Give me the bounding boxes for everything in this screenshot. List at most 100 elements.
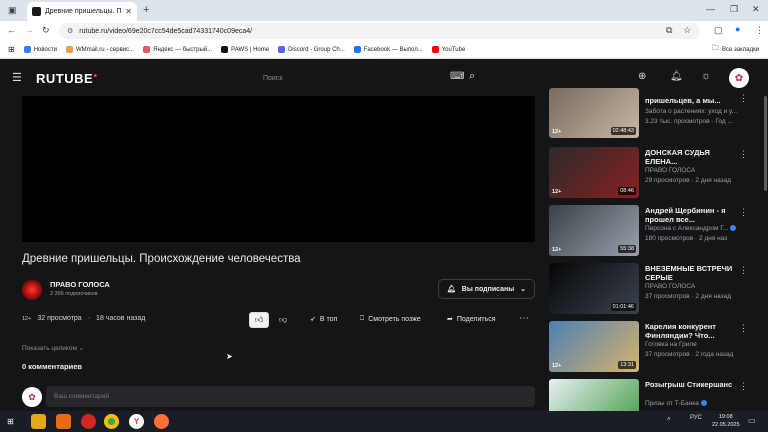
search-icon[interactable]: ⌕ bbox=[469, 70, 475, 83]
restore-icon[interactable]: ❐ bbox=[730, 4, 738, 15]
share-button[interactable]: ➦ Поделиться bbox=[447, 315, 496, 324]
recommendation-title[interactable]: Карелия конкурент Финляндии? Что... bbox=[645, 322, 737, 340]
bookmark-item[interactable]: Facebook — Выпол... bbox=[353, 46, 423, 53]
upload-icon[interactable]: ⊕ bbox=[638, 71, 646, 82]
more-options-icon[interactable]: ⋮ bbox=[739, 93, 748, 104]
tray-chevron-icon[interactable]: ˄ bbox=[667, 417, 671, 423]
firefox-icon[interactable] bbox=[154, 414, 169, 429]
user-avatar[interactable]: ✿ bbox=[729, 68, 749, 88]
recommendation-title[interactable]: пришельцев, а мы... bbox=[645, 96, 737, 105]
system-clock[interactable]: 19:08 22.05.2025 bbox=[712, 413, 740, 429]
address-bar[interactable]: ⚙ rutube.ru/video/69e20c7cc54de5cad74331… bbox=[59, 23, 700, 39]
opera-icon[interactable] bbox=[81, 414, 96, 429]
dislike-button[interactable]: 👎︎ bbox=[279, 315, 287, 325]
apps-icon[interactable]: ⊞ bbox=[8, 45, 15, 54]
recommendation-channel[interactable]: Готовка на Гриле bbox=[645, 341, 751, 348]
recommendation-card[interactable]: 12+ 02:48:43 пришельцев, а мы... Забота … bbox=[549, 88, 759, 138]
more-options-icon[interactable]: ⋯ bbox=[519, 313, 529, 324]
file-explorer-icon[interactable] bbox=[31, 414, 46, 429]
hamburger-menu-icon[interactable]: ☰ bbox=[12, 71, 22, 84]
install-app-icon[interactable]: ⧉ bbox=[666, 25, 672, 36]
to-top-button[interactable]: ➶ В топ bbox=[310, 315, 337, 324]
channel-label: Призы от Т-Банка bbox=[645, 400, 699, 407]
bookmark-favicon-icon bbox=[221, 46, 229, 53]
recommendation-thumbnail[interactable]: 12+ 55:38 bbox=[549, 205, 639, 256]
browser-tab[interactable]: Древние пришельцы. Происх ✕ bbox=[27, 2, 137, 21]
tab-search-icon[interactable]: ▣ bbox=[8, 5, 17, 16]
bookmark-item[interactable]: Яндекс — быстрый... bbox=[143, 46, 212, 53]
language-indicator[interactable]: РУС bbox=[690, 415, 702, 421]
duration-badge: 08:46 bbox=[618, 187, 636, 195]
subscribe-button[interactable]: 🔔︎ Вы подписаны ⌄ bbox=[438, 279, 535, 299]
recommendation-thumbnail[interactable]: 12+ 02:48:43 bbox=[549, 88, 639, 138]
yandex-browser-icon[interactable]: Y bbox=[129, 414, 144, 429]
chrome-icon[interactable] bbox=[104, 414, 119, 429]
forward-icon[interactable]: → bbox=[25, 25, 34, 35]
recommendation-card[interactable]: Розыгрыш Стикершанс Призы от Т-Банка ⋮ bbox=[549, 379, 759, 411]
bookmark-item[interactable]: Discord - Group Ch... bbox=[278, 46, 345, 53]
recommendation-stats: 180 просмотров · 2 дня наз bbox=[645, 235, 728, 242]
channel-name[interactable]: ПРАВО ГОЛОСА bbox=[50, 280, 110, 289]
watch-later-button[interactable]: ⎕ Смотреть позже bbox=[360, 315, 421, 323]
bookmark-item[interactable]: Новости bbox=[23, 46, 57, 53]
bookmark-favicon-icon bbox=[431, 46, 439, 53]
recommendation-title[interactable]: Розыгрыш Стикершанс bbox=[645, 380, 737, 389]
scrollbar[interactable] bbox=[764, 96, 767, 191]
comment-input[interactable] bbox=[46, 386, 535, 407]
clock-date: 22.05.2025 bbox=[712, 422, 740, 428]
notifications-icon[interactable]: ▭ bbox=[748, 416, 756, 425]
bookmark-item[interactable]: WMmail.ru - сервис... bbox=[65, 46, 134, 53]
windows-start-icon[interactable]: ⊞ bbox=[3, 414, 18, 429]
rutube-logo[interactable]: RUTUBE● bbox=[36, 71, 98, 86]
rocket-icon: ➶ bbox=[310, 316, 316, 323]
site-header: ☰ RUTUBE● Поиск ⌨ ⌕ ⊕ 🔔︎ ☼ bbox=[0, 60, 768, 96]
new-tab-icon[interactable]: + bbox=[143, 4, 149, 16]
recommendation-thumbnail[interactable] bbox=[549, 379, 639, 411]
more-options-icon[interactable]: ⋮ bbox=[739, 265, 748, 276]
recommendation-channel[interactable]: Призы от Т-Банка bbox=[645, 400, 751, 407]
recommendation-thumbnail[interactable]: 12+ 13:31 bbox=[549, 321, 639, 372]
theme-toggle-icon[interactable]: ☼ bbox=[701, 70, 711, 82]
more-options-icon[interactable]: ⋮ bbox=[739, 323, 748, 334]
profile-icon[interactable]: ● bbox=[735, 24, 740, 34]
more-options-icon[interactable]: ⋮ bbox=[739, 149, 748, 160]
recommendation-thumbnail[interactable]: 12+ 08:46 bbox=[549, 147, 639, 198]
thumbs-down-icon: 👎︎ bbox=[279, 315, 288, 324]
menu-icon[interactable]: ⋮ bbox=[755, 25, 764, 36]
recommendation-channel[interactable]: ПРАВО ГОЛОСА bbox=[645, 167, 751, 174]
recommendation-channel[interactable]: ПРАВО ГОЛОСА bbox=[645, 283, 751, 290]
site-info-icon[interactable]: ⚙ bbox=[67, 27, 73, 35]
all-bookmarks[interactable]: 🗀 Все закладки bbox=[712, 44, 759, 55]
more-options-icon[interactable]: ⋮ bbox=[739, 207, 748, 218]
show-description-link[interactable]: Показать целиком ⌄ bbox=[22, 344, 84, 352]
recommendation-channel[interactable]: Персона с Александром Г... bbox=[645, 225, 751, 232]
recommendation-card[interactable]: 01:01:46 ВНЕЗЕМНЫЕ ВСТРЕЧИ СЕРЫЕ ПРАВО Г… bbox=[549, 263, 759, 318]
recommendation-stats: 37 просмотров · 2 дня назад bbox=[645, 293, 732, 300]
back-icon[interactable]: ← bbox=[7, 25, 16, 35]
recommendation-title[interactable]: ВНЕЗЕМНЫЕ ВСТРЕЧИ СЕРЫЕ bbox=[645, 264, 737, 282]
recommendation-card[interactable]: 12+ 55:38 Андрей Щербинин - я прошел все… bbox=[549, 205, 759, 260]
bookmark-item[interactable]: PAWS | Home bbox=[221, 46, 269, 53]
recommendation-thumbnail[interactable]: 01:01:46 bbox=[549, 263, 639, 314]
recommendation-card[interactable]: 12+ 08:46 ДОНСКАЯ СУДЬЯ ЕЛЕНА... ПРАВО Г… bbox=[549, 147, 759, 202]
recommendation-title[interactable]: Андрей Щербинин - я прошел все... bbox=[645, 206, 737, 224]
recommendation-title[interactable]: ДОНСКАЯ СУДЬЯ ЕЛЕНА... bbox=[645, 148, 737, 166]
browser-tab-bar: ▣ Древние пришельцы. Происх ✕ + — ❐ ✕ bbox=[0, 0, 768, 21]
close-tab-icon[interactable]: ✕ bbox=[125, 7, 132, 16]
channel-avatar[interactable] bbox=[22, 280, 42, 300]
minimize-icon[interactable]: — bbox=[706, 4, 715, 14]
bookmark-icon: ⎕ bbox=[360, 315, 365, 322]
extensions-icon[interactable]: ▢ bbox=[714, 25, 723, 36]
notifications-bell-icon[interactable]: 🔔︎ bbox=[670, 71, 683, 82]
bookmark-star-icon[interactable]: ☆ bbox=[683, 25, 691, 36]
close-window-icon[interactable]: ✕ bbox=[752, 4, 760, 15]
more-options-icon[interactable]: ⋮ bbox=[739, 381, 748, 392]
reload-icon[interactable]: ↻ bbox=[42, 25, 50, 36]
video-player[interactable] bbox=[22, 96, 535, 242]
bookmark-item[interactable]: YouTube bbox=[431, 46, 465, 53]
app-icon[interactable] bbox=[56, 414, 71, 429]
view-count: 32 просмотра bbox=[37, 315, 82, 322]
keyboard-icon[interactable]: ⌨ bbox=[450, 71, 464, 82]
recommendation-card[interactable]: 12+ 13:31 Карелия конкурент Финляндии? Ч… bbox=[549, 321, 759, 376]
recommendation-channel[interactable]: Забота о растениях: уход и у... bbox=[645, 108, 751, 115]
